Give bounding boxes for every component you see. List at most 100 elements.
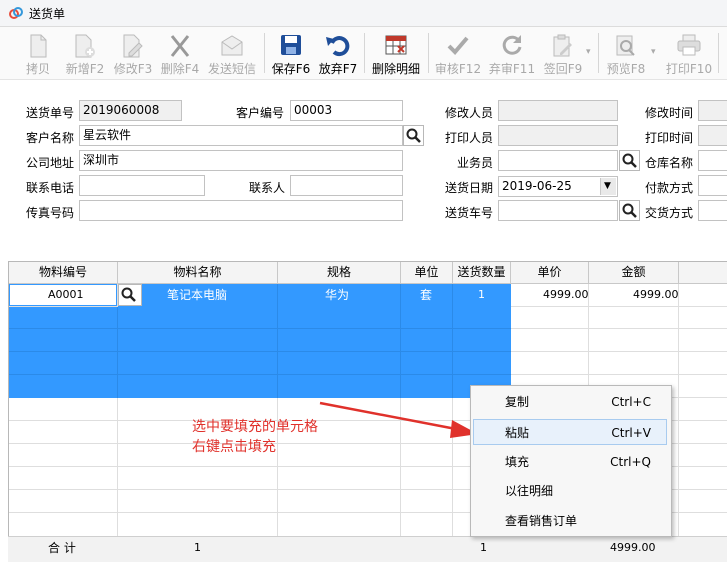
edit-button[interactable]: 修改F3 [110, 29, 156, 77]
discard-button[interactable]: 放弃F7 [315, 29, 361, 77]
search-icon [406, 128, 421, 143]
phone-field[interactable] [79, 175, 205, 196]
clipboard-edit-icon [553, 34, 572, 57]
customer-name-field[interactable]: 星云软件 [79, 125, 403, 146]
cell-name[interactable]: 笔记本电脑 [167, 284, 227, 306]
customer-no-label: 客户编号 [236, 106, 285, 120]
print-time-label: 打印时间 [645, 131, 694, 145]
order-no-field[interactable]: 2019060008 [79, 100, 182, 121]
modifier-field[interactable] [498, 100, 618, 121]
cell-qty[interactable]: 1 [478, 284, 485, 306]
warehouse-label: 仓库名称 [645, 156, 694, 170]
payment-label: 付款方式 [645, 181, 694, 195]
code-cell-editor[interactable]: A0001 [9, 284, 117, 306]
address-label: 公司地址 [26, 156, 75, 170]
print-time-field[interactable] [698, 125, 727, 146]
customer-search-button[interactable] [403, 125, 424, 146]
date-select[interactable]: 2019-06-25 ▼ [498, 176, 618, 197]
sign-back-button[interactable]: 签回F9 [540, 29, 586, 77]
printer-label: 打印人员 [445, 131, 494, 145]
contact-field[interactable] [290, 175, 403, 196]
selected-cells[interactable] [9, 307, 511, 398]
print-button[interactable]: 打印F10 [664, 29, 714, 77]
annotation-line-1: 选中要填充的单元格 [192, 419, 318, 435]
scissors-icon [170, 35, 190, 57]
vehicle-search-button[interactable] [619, 200, 640, 221]
delete-detail-button[interactable]: 删除明细 [368, 29, 424, 77]
title-bar: 送货单 [0, 0, 727, 27]
delete-button[interactable]: 删除F4 [156, 29, 204, 77]
envelope-icon [221, 35, 243, 56]
annotation-arrow-icon [319, 401, 478, 438]
menu-item-past-details[interactable]: 以往明细 [473, 478, 667, 504]
salesman-label: 业务员 [457, 156, 494, 170]
cell-unit[interactable]: 套 [420, 284, 432, 306]
grid-row-line [9, 328, 511, 329]
customer-no-field[interactable]: 00003 [290, 100, 403, 121]
floppy-disk-icon [281, 35, 301, 55]
menu-item-fill[interactable]: 填充 Ctrl+Q [473, 449, 667, 475]
vehicle-field[interactable] [498, 200, 618, 221]
modifier-label: 修改人员 [445, 106, 494, 120]
edit-doc-icon [123, 34, 143, 58]
vehicle-label: 送货车号 [445, 206, 494, 220]
copy-doc-icon [30, 34, 47, 58]
cell-amount[interactable]: 4999.00 [633, 284, 679, 306]
material-search-button[interactable] [118, 284, 142, 306]
grid-column-line [678, 284, 679, 537]
grid-column-line [117, 307, 118, 398]
cell-code: A0001 [48, 288, 84, 301]
column-header-price[interactable]: 单价 [511, 262, 589, 284]
printer-field[interactable] [498, 125, 618, 146]
address-field[interactable]: 深圳市 [79, 150, 403, 171]
sign-back-dropdown-icon[interactable]: ▾ [586, 47, 591, 57]
date-dropdown-button[interactable]: ▼ [600, 178, 616, 195]
column-header-amount[interactable]: 金额 [589, 262, 679, 284]
order-no-label: 送货单号 [26, 106, 75, 120]
modify-time-field[interactable] [698, 100, 727, 121]
column-header-code[interactable]: 物料编号 [9, 262, 118, 284]
preview-dropdown-icon[interactable]: ▾ [651, 47, 656, 57]
grid-row-line [9, 351, 511, 352]
toolbar: 拷贝 新增F2 修改F3 删除F4 发送短信 保存F6 放弃F7 删除明细 审核… [0, 27, 727, 80]
column-header-name[interactable]: 物料名称 [118, 262, 278, 284]
totals-label: 合 计 [48, 541, 76, 555]
date-value: 2019-06-25 [502, 179, 572, 193]
totals-bar: 合 计 1 1 4999.00 [8, 536, 727, 562]
salesman-field[interactable] [498, 150, 618, 171]
cell-spec[interactable]: 华为 [325, 284, 349, 306]
printer-icon [677, 34, 701, 56]
fax-label: 传真号码 [26, 206, 75, 220]
toolbar-separator [428, 33, 429, 73]
cell-price[interactable]: 4999.00 [543, 284, 589, 306]
grid-column-line [400, 284, 401, 398]
preview-button[interactable]: 预览F8 [602, 29, 650, 77]
menu-item-paste[interactable]: 粘贴 Ctrl+V [473, 419, 667, 445]
grid-column-line [277, 284, 278, 398]
column-header-unit[interactable]: 单位 [401, 262, 453, 284]
menu-item-copy[interactable]: 复制 Ctrl+C [473, 389, 667, 415]
copy-button[interactable]: 拷贝 [14, 29, 62, 77]
new-button[interactable]: 新增F2 [62, 29, 108, 77]
salesman-search-button[interactable] [619, 150, 640, 171]
column-header-qty[interactable]: 送货数量 [453, 262, 511, 284]
delete-table-icon [385, 35, 407, 55]
warehouse-field[interactable] [698, 150, 727, 171]
search-icon [622, 203, 637, 218]
send-sms-button[interactable]: 发送短信 [205, 29, 259, 77]
date-label: 送货日期 [445, 181, 494, 195]
fax-field[interactable] [79, 200, 403, 221]
audit-button[interactable]: 审核F12 [433, 29, 483, 77]
context-menu: 复制 Ctrl+C 粘贴 Ctrl+V 填充 Ctrl+Q 以往明细 查看销售订… [470, 385, 672, 537]
modify-time-label: 修改时间 [645, 106, 694, 120]
delivery-field[interactable] [698, 200, 727, 221]
column-header-spec[interactable]: 规格 [278, 262, 401, 284]
toolbar-separator [718, 33, 719, 73]
save-button[interactable]: 保存F6 [268, 29, 314, 77]
payment-field[interactable] [698, 175, 727, 196]
annotation-line-2: 右键点击填充 [192, 439, 276, 455]
totals-amount: 4999.00 [610, 541, 656, 554]
menu-item-view-sales-order[interactable]: 查看销售订单 [473, 508, 667, 534]
totals-qty: 1 [480, 541, 487, 554]
unaudit-button[interactable]: 弃审F11 [486, 29, 538, 77]
